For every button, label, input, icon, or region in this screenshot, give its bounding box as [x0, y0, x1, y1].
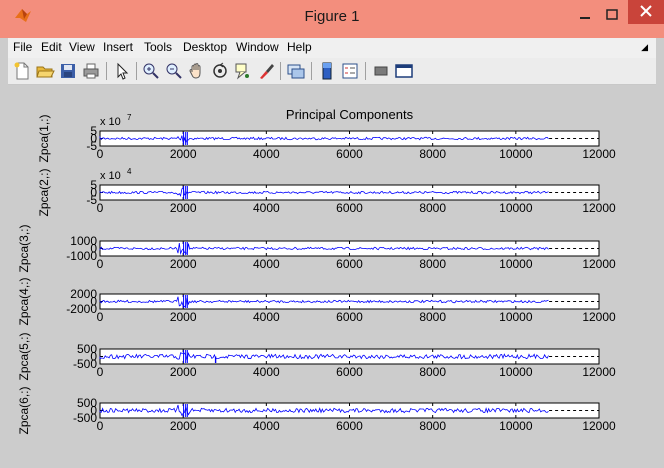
axis-exponent-label: x 10 [100, 170, 121, 182]
y-axis-label: Zpca(5,:) [17, 332, 31, 380]
x-tick-label: 10000 [499, 201, 533, 215]
x-tick-label: 10000 [499, 419, 533, 433]
x-tick-label: 10000 [499, 257, 533, 271]
figure-window: Figure 1 File Edit View Insert Tools Des… [0, 0, 664, 468]
minimize-button[interactable] [574, 6, 596, 24]
zoom-out-icon[interactable] [164, 61, 184, 81]
x-tick-label: 8000 [419, 201, 446, 215]
zoom-in-icon[interactable] [141, 61, 161, 81]
show-plot-tools-icon[interactable] [394, 61, 414, 81]
save-icon[interactable] [58, 61, 78, 81]
menu-window[interactable]: Window [236, 40, 279, 54]
principal-components-plot: Principal Components0 2000 4000 6000 8000 100… [17, 107, 616, 435]
menu-tools[interactable]: Tools [144, 40, 172, 54]
x-tick-label: 0 [97, 147, 104, 161]
menu-help[interactable]: Help [287, 40, 312, 54]
x-tick-label: 2000 [170, 201, 197, 215]
x-tick-label: 8000 [419, 365, 446, 379]
x-tick-label: 2000 [170, 257, 197, 271]
data-cursor-icon[interactable] [233, 61, 253, 81]
x-tick-label: 6000 [336, 365, 363, 379]
x-tick-label: 12000 [582, 419, 616, 433]
axis-exponent-power: 7 [127, 113, 132, 122]
chart-title: Principal Components [286, 107, 414, 122]
y-axis-label: Zpca(6,:) [17, 386, 31, 434]
link-plot-icon[interactable] [286, 61, 306, 81]
toolbar-separator [136, 62, 137, 80]
x-tick-label: 4000 [253, 365, 280, 379]
y-tick-label: -500 [73, 411, 97, 425]
axis-exponent-label: x 10 [100, 116, 121, 128]
maximize-button[interactable] [601, 6, 623, 24]
x-tick-label: 0 [97, 310, 104, 324]
menu-edit[interactable]: Edit [41, 40, 62, 54]
menu-view[interactable]: View [69, 40, 95, 54]
close-button[interactable] [628, 0, 664, 24]
new-figure-icon[interactable] [12, 61, 32, 81]
x-tick-label: 4000 [253, 147, 280, 161]
pan-icon[interactable] [187, 61, 207, 81]
x-tick-label: 8000 [419, 147, 446, 161]
open-file-icon[interactable] [35, 61, 55, 81]
y-tick-label: -2000 [66, 302, 97, 316]
y-axis-label: Zpca(2,:) [37, 168, 51, 216]
window-title: Figure 1 [304, 8, 360, 25]
menu-bar: File Edit View Insert Tools Desktop Wind… [8, 38, 656, 58]
y-tick-label: -1000 [66, 249, 97, 263]
brush-icon[interactable] [256, 61, 276, 81]
y-tick-label: -500 [73, 357, 97, 371]
x-tick-label: 2000 [170, 419, 197, 433]
x-tick-label: 0 [97, 419, 104, 433]
x-tick-label: 12000 [582, 201, 616, 215]
x-tick-label: 12000 [582, 310, 616, 324]
x-tick-label: 12000 [582, 147, 616, 161]
figure-canvas: Principal Components 0 2000 4000 6000 8000 100… [8, 86, 656, 462]
x-tick-label: 2000 [170, 147, 197, 161]
title-bar[interactable]: Figure 1 [0, 0, 664, 38]
toolbar-separator [311, 62, 312, 80]
x-tick-label: 2000 [170, 310, 197, 324]
x-tick-label: 0 [97, 365, 104, 379]
x-tick-label: 4000 [253, 419, 280, 433]
x-tick-label: 0 [97, 257, 104, 271]
x-tick-label: 0 [97, 201, 104, 215]
x-tick-label: 4000 [253, 310, 280, 324]
x-tick-label: 10000 [499, 365, 533, 379]
x-tick-label: 8000 [419, 419, 446, 433]
menu-desktop[interactable]: Desktop [183, 40, 227, 54]
y-axis-label: Zpca(3,:) [17, 224, 31, 272]
rotate-3d-icon[interactable] [210, 61, 230, 81]
menu-insert[interactable]: Insert [103, 40, 133, 54]
y-tick-label: -5 [86, 193, 97, 207]
toolbar-separator [106, 62, 107, 80]
y-axis-label: Zpca(1,:) [37, 114, 51, 162]
x-tick-label: 8000 [419, 257, 446, 271]
x-tick-label: 6000 [336, 201, 363, 215]
menu-file[interactable]: File [13, 40, 32, 54]
x-tick-label: 4000 [253, 201, 280, 215]
insert-colorbar-icon[interactable] [317, 61, 337, 81]
x-tick-label: 12000 [582, 257, 616, 271]
toolbar-separator [365, 62, 366, 80]
x-tick-label: 4000 [253, 257, 280, 271]
hide-plot-tools-icon[interactable] [371, 61, 391, 81]
x-tick-label: 10000 [499, 310, 533, 324]
print-icon[interactable] [81, 61, 101, 81]
toolbar [8, 58, 656, 85]
x-tick-label: 12000 [582, 365, 616, 379]
axis-exponent-power: 4 [127, 167, 132, 176]
x-tick-label: 2000 [170, 365, 197, 379]
y-tick-label: -5 [86, 139, 97, 153]
x-tick-label: 6000 [336, 147, 363, 161]
x-tick-label: 6000 [336, 419, 363, 433]
x-tick-label: 10000 [499, 147, 533, 161]
x-tick-label: 6000 [336, 310, 363, 324]
toolbar-separator [280, 62, 281, 80]
edit-plot-icon[interactable] [112, 61, 132, 81]
menu-overflow-icon[interactable]: ◢ [641, 42, 648, 53]
x-tick-label: 6000 [336, 257, 363, 271]
y-axis-label: Zpca(4,:) [17, 277, 31, 325]
x-tick-label: 8000 [419, 310, 446, 324]
insert-legend-icon[interactable] [340, 61, 360, 81]
